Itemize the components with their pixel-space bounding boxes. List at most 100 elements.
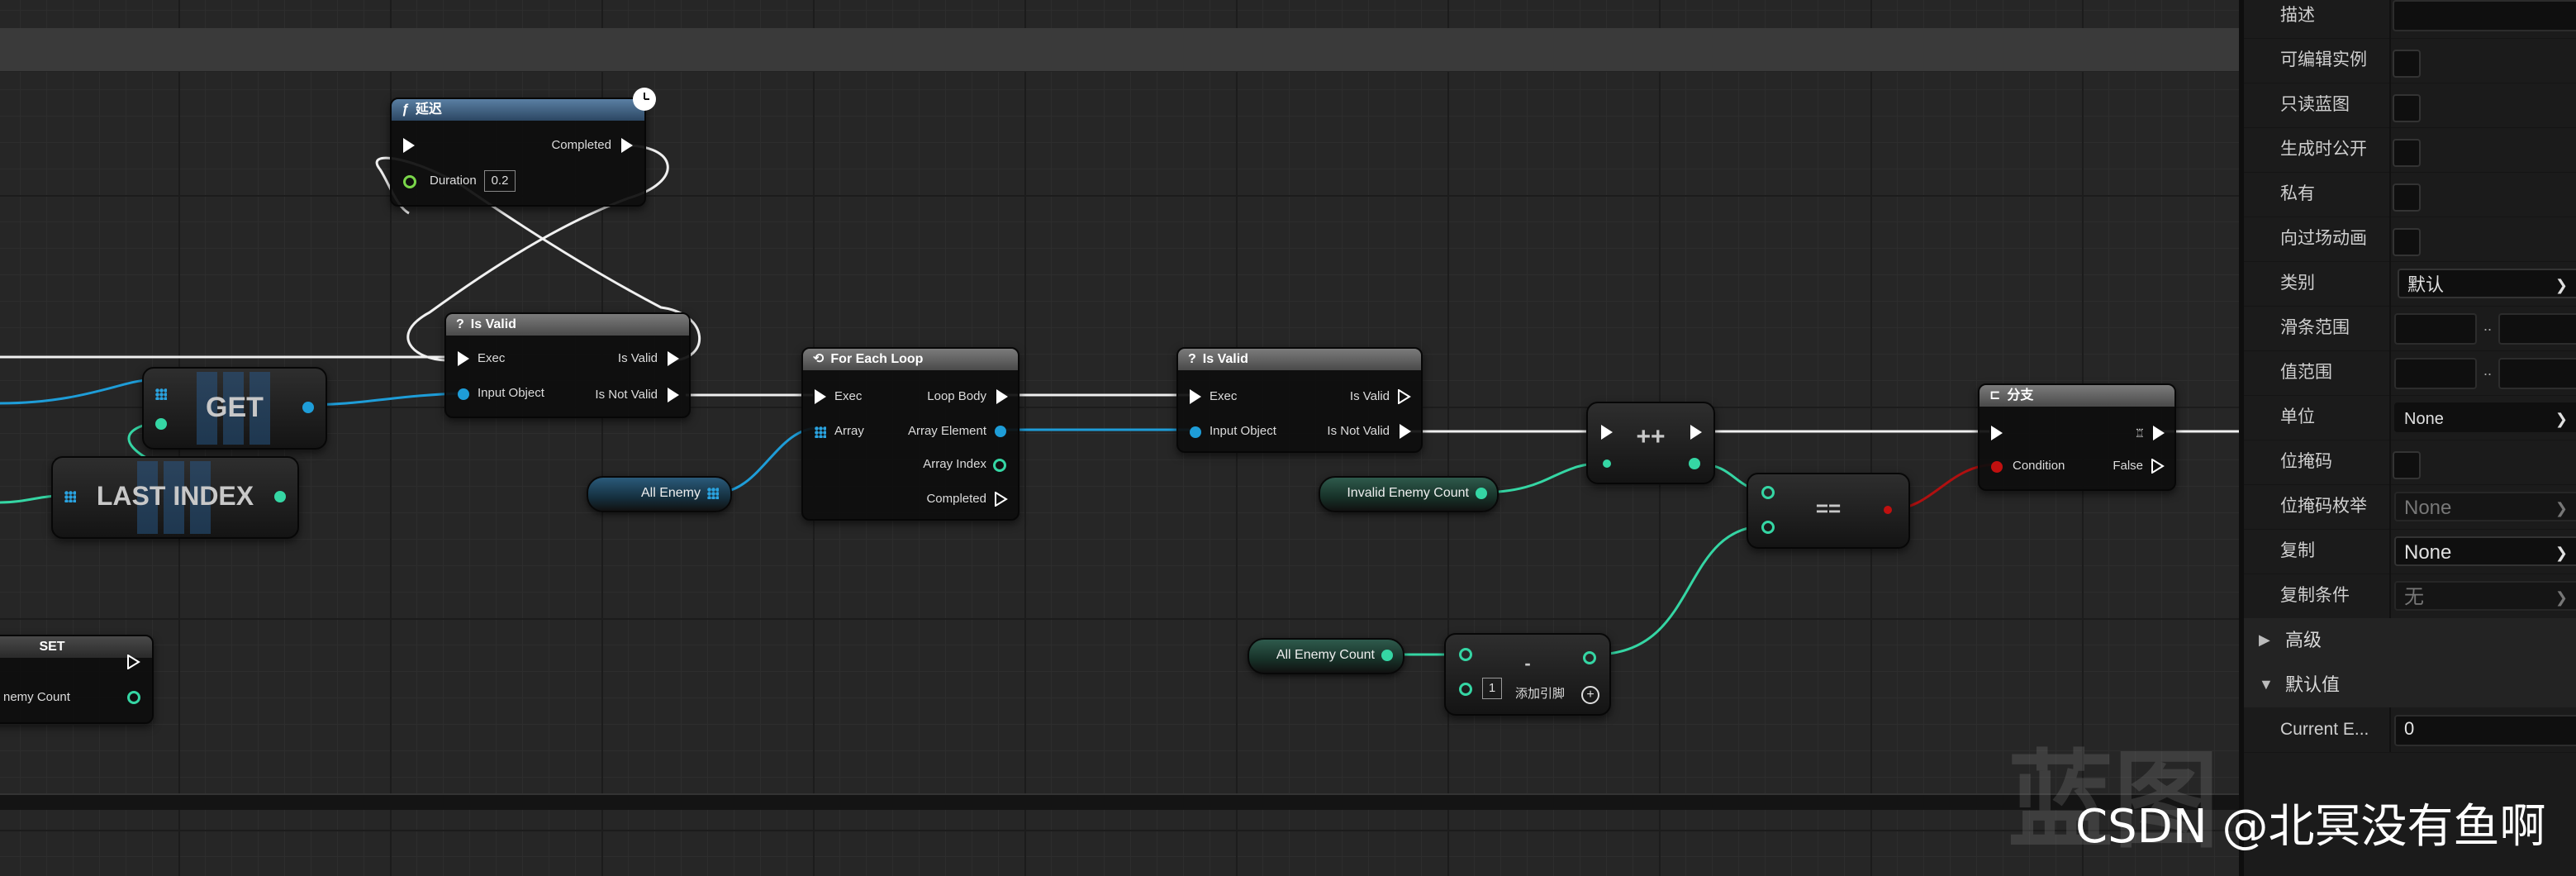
increment-input-pin[interactable] — [1603, 459, 1611, 468]
replication-condition-dropdown[interactable]: 无 ❯ — [2394, 581, 2576, 611]
increment-output-pin[interactable] — [1689, 458, 1700, 469]
category-dropdown[interactable]: 默认 ❯ — [2398, 269, 2576, 298]
branch-node[interactable]: ⊏ 分支 ♖ Condition False — [1978, 383, 2176, 491]
all-enemy-variable-node[interactable]: All Enemy — [587, 476, 732, 512]
last-index-node[interactable]: LAST INDEX — [51, 456, 299, 539]
value-range-min-input[interactable] — [2394, 358, 2477, 389]
row-separator — [2389, 574, 2391, 618]
is-valid-1-is-not-valid-pin[interactable] — [668, 388, 679, 402]
branch-condition-pin[interactable] — [1991, 461, 2003, 473]
slider-range-min-input[interactable] — [2394, 313, 2477, 345]
is-valid-2-is-valid-pin[interactable] — [1398, 388, 1411, 405]
for-each-array-element-pin[interactable] — [995, 426, 1006, 437]
row-separator — [2389, 127, 2391, 172]
description-input[interactable] — [2393, 0, 2576, 31]
value-range-max-input[interactable] — [2498, 358, 2576, 389]
is-valid-2-input-object-pin[interactable] — [1190, 426, 1201, 438]
for-each-array-pin[interactable] — [815, 426, 826, 438]
subtract-node[interactable]: 1 - 添加引脚 + — [1444, 633, 1611, 716]
last-index-output-pin[interactable] — [274, 491, 286, 502]
row-current-value-label: Current E... — [2280, 720, 2369, 739]
array-get-label: GET — [206, 392, 264, 423]
for-each-array-index-pin[interactable] — [993, 459, 1006, 472]
for-each-completed-pin[interactable] — [995, 491, 1008, 507]
invalid-enemy-count-variable-node[interactable]: Invalid Enemy Count — [1319, 476, 1499, 512]
set-exec-out-pin[interactable] — [127, 654, 140, 670]
subtract-add-pin-label[interactable]: 添加引脚 — [1515, 686, 1565, 702]
invalid-enemy-count-label: Invalid Enemy Count — [1347, 486, 1469, 500]
slider-range-max-input[interactable] — [2498, 313, 2576, 345]
for-each-array-element-label: Array Element — [907, 424, 986, 438]
for-each-loop-body-pin[interactable] — [996, 389, 1008, 404]
row-slider-range: 滑条范围 .. — [2244, 306, 2576, 351]
increment-exec-out-pin[interactable] — [1690, 425, 1702, 440]
subtract-input-b-value[interactable]: 1 — [1482, 678, 1502, 699]
set-variable-node[interactable]: SET nemy Count — [0, 635, 154, 724]
branch-false-pin[interactable] — [2151, 458, 2165, 474]
expose-to-cinematics-checkbox[interactable] — [2393, 228, 2421, 256]
increment-node[interactable]: ++ — [1586, 402, 1715, 484]
delay-duration-pin[interactable] — [403, 175, 416, 188]
chevron-down-icon: ❯ — [2555, 277, 2568, 293]
delay-duration-label: Duration — [430, 174, 477, 188]
all-enemy-count-output-pin[interactable] — [1381, 650, 1393, 661]
branch-true-icon: ♖ — [2134, 426, 2145, 440]
private-checkbox[interactable] — [2393, 183, 2421, 212]
row-expose-on-spawn: 生成时公开 — [2244, 127, 2576, 173]
section-advanced[interactable]: ▶ 高级 — [2244, 618, 2576, 663]
row-separator — [2389, 0, 2391, 38]
delay-node[interactable]: ƒ 延迟 Completed Duration 0.2 — [390, 88, 656, 207]
row-expose-to-cinematics: 向过场动画 — [2244, 217, 2576, 262]
for-each-loop-node[interactable]: ⟲ For Each Loop Exec Loop Body Array Arra… — [801, 347, 1019, 521]
branch-true-pin[interactable] — [2153, 426, 2165, 440]
row-blueprint-readonly: 只读蓝图 — [2244, 83, 2576, 128]
section-default-value[interactable]: ▼ 默认值 — [2244, 663, 2576, 707]
bitmask-enum-dropdown[interactable]: None ❯ — [2394, 492, 2576, 521]
row-separator — [2389, 217, 2391, 261]
is-valid-1-exec-in-pin[interactable] — [458, 351, 469, 366]
equals-output-pin[interactable] — [1884, 506, 1892, 514]
branch-exec-in-pin[interactable] — [1991, 426, 2003, 440]
is-valid-1-input-object-label: Input Object — [478, 386, 544, 400]
set-output-pin[interactable] — [127, 691, 140, 704]
for-each-exec-in-pin[interactable] — [815, 389, 826, 404]
value-range-separator: .. — [2483, 362, 2493, 378]
chevron-down-icon: ❯ — [2555, 589, 2568, 606]
delay-node-title: 延迟 — [415, 102, 442, 117]
bitmask-checkbox[interactable] — [2393, 451, 2421, 479]
is-valid-2-exec-in-pin[interactable] — [1190, 389, 1201, 404]
delay-duration-input[interactable]: 0.2 — [484, 170, 516, 192]
set-node-title: SET — [39, 640, 65, 654]
equals-node[interactable]: == — [1747, 473, 1910, 549]
blueprint-readonly-checkbox[interactable] — [2393, 94, 2421, 122]
replication-dropdown[interactable]: None ❯ — [2394, 536, 2576, 566]
branch-header: ⊏ 分支 — [1980, 385, 2174, 407]
is-valid-1-input-object-pin[interactable] — [458, 388, 469, 400]
array-get-node[interactable]: GET — [142, 367, 327, 450]
equals-input-b-pin[interactable] — [1761, 521, 1775, 534]
invalid-enemy-count-output-pin[interactable] — [1476, 488, 1487, 499]
question-icon: ? — [456, 317, 464, 331]
array-get-output-pin[interactable] — [302, 402, 314, 413]
add-pin-icon[interactable]: + — [1581, 686, 1599, 704]
delay-exec-in-pin[interactable] — [403, 138, 415, 153]
row-bitmask-label: 位掩码 — [2280, 452, 2332, 471]
all-enemy-output-pin[interactable] — [707, 488, 719, 499]
row-private-label: 私有 — [2280, 184, 2315, 203]
current-value-input[interactable]: 0 — [2394, 715, 2576, 746]
is-valid-1-is-valid-pin[interactable] — [668, 351, 679, 366]
subtract-output-pin[interactable] — [1583, 651, 1596, 664]
expose-on-spawn-checkbox[interactable] — [2393, 139, 2421, 167]
blueprint-graph-canvas[interactable]: ƒ 延迟 Completed Duration 0.2 GET LAST INDE… — [0, 0, 2239, 876]
is-valid-node-1[interactable]: ? Is Valid Exec Is Valid Input Object Is … — [444, 312, 691, 418]
is-valid-node-2[interactable]: ? Is Valid Exec Is Valid Input Object Is … — [1176, 347, 1423, 453]
row-replication: 复制 None ❯ — [2244, 529, 2576, 574]
delay-completed-pin[interactable] — [621, 138, 633, 153]
instance-editable-checkbox[interactable] — [2393, 50, 2421, 78]
units-dropdown[interactable]: None ❯ — [2394, 402, 2576, 432]
subtract-input-b-pin[interactable] — [1459, 683, 1472, 696]
all-enemy-count-variable-node[interactable]: All Enemy Count — [1248, 638, 1404, 674]
row-description: 描述 — [2244, 0, 2576, 39]
is-valid-2-is-not-valid-label: Is Not Valid — [1327, 424, 1390, 438]
is-valid-2-is-not-valid-pin[interactable] — [1400, 424, 1411, 439]
